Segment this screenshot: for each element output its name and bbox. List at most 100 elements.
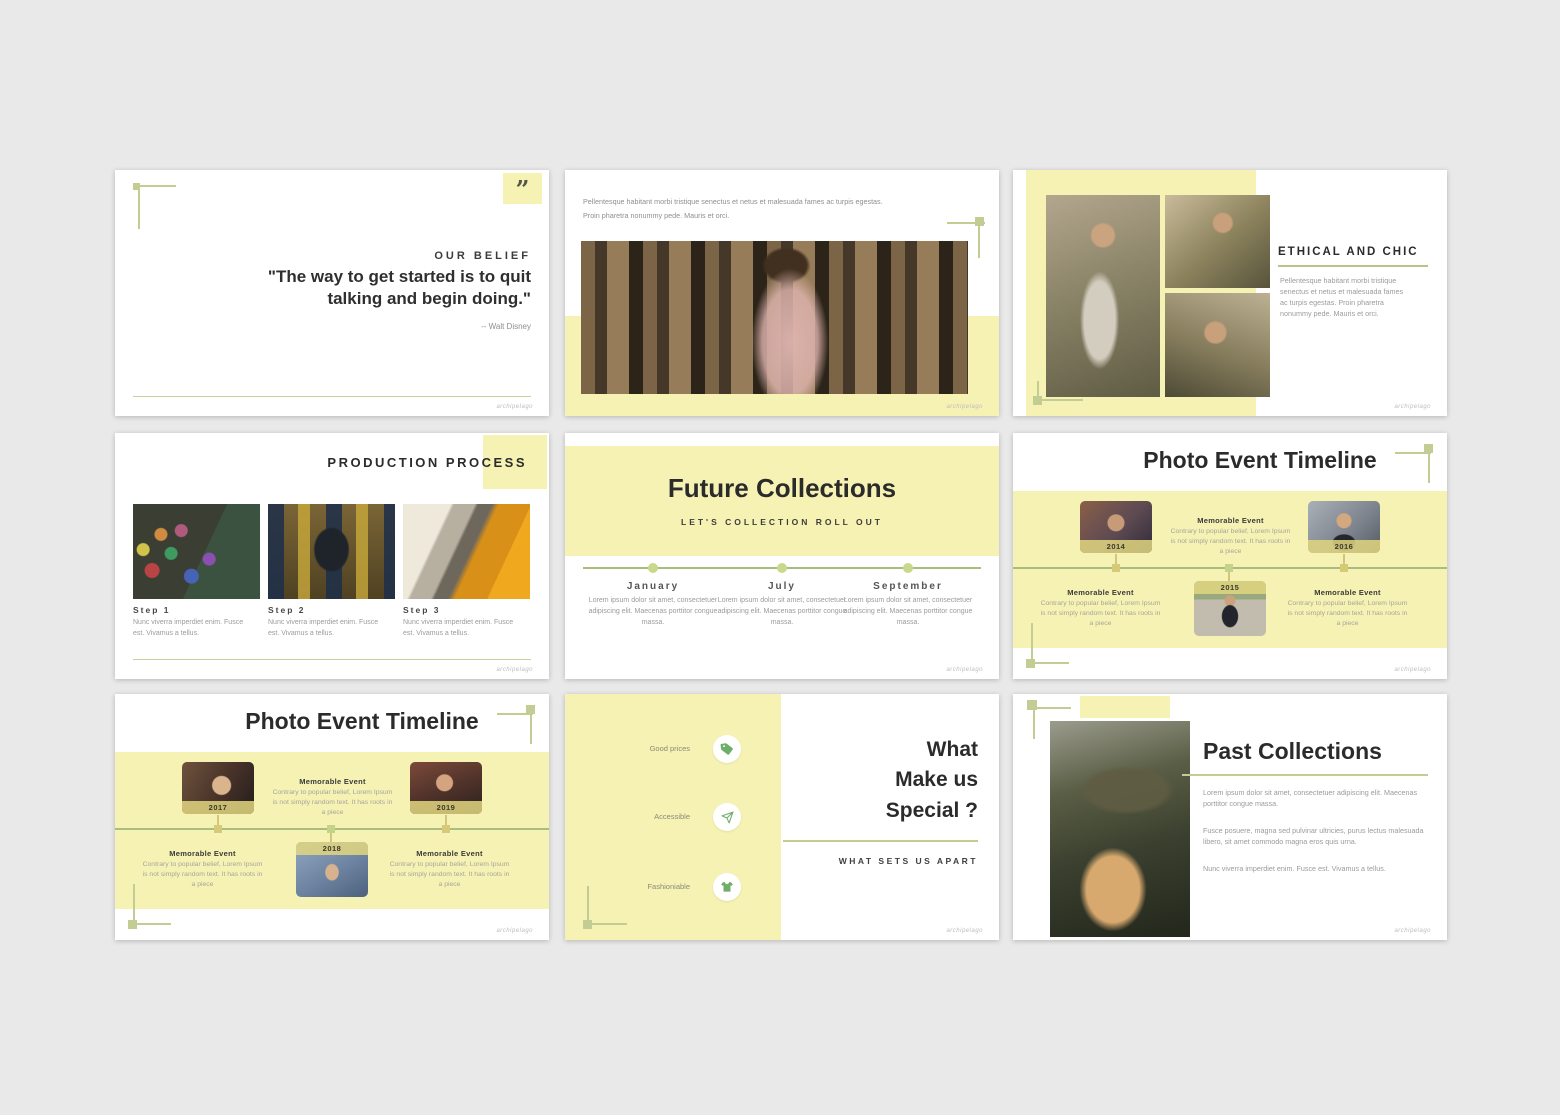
corner-accent-square — [583, 920, 592, 929]
feature-label: Accessible — [575, 812, 690, 821]
step-label: Step 3 — [403, 605, 441, 615]
event-text: Contrary to popular belief, Lorem Ipsum … — [1038, 599, 1163, 630]
month-text: Lorem ipsum dolor sit amet, consectetuer… — [717, 596, 847, 629]
photo-model-top — [1165, 195, 1270, 288]
event-block: Memorable Event Contrary to popular beli… — [270, 777, 395, 819]
title-line-1: What — [798, 735, 978, 765]
event-text: Contrary to popular belief, Lorem Ipsum … — [387, 860, 512, 891]
event-block: Memorable Event Contrary to popular beli… — [387, 849, 512, 891]
quote-line-2: talking and begin doing." — [175, 288, 531, 310]
timeline-marker — [442, 825, 450, 833]
event-block: Memorable Event Contrary to popular beli… — [1285, 588, 1410, 630]
event-text: Contrary to popular belief, Lorem Ipsum … — [1285, 599, 1410, 630]
quote-line-1: "The way to get started is to quit — [175, 266, 531, 288]
event-block: Memorable Event Contrary to popular beli… — [1168, 516, 1293, 558]
slide-subtitle: LET'S COLLECTION ROLL OUT — [565, 517, 999, 527]
month-text: Lorem ipsum dolor sit amet, consectetuer… — [588, 596, 718, 629]
timeline-dot — [648, 563, 658, 573]
timeline-dot — [777, 563, 787, 573]
slide-title: Photo Event Timeline — [1043, 447, 1447, 474]
event-photo-2019: 2019 — [410, 762, 482, 814]
quote-icon: ” — [516, 175, 530, 204]
event-photo-2015: 2015 — [1194, 581, 1266, 636]
event-title: Memorable Event — [140, 849, 265, 858]
corner-accent-line — [138, 185, 140, 229]
slide-title: Photo Event Timeline — [145, 708, 549, 735]
corner-accent-square — [1033, 396, 1042, 405]
event-title: Memorable Event — [1168, 516, 1293, 525]
title-underline — [1278, 265, 1428, 267]
quote-mark-badge: ” — [503, 173, 542, 204]
event-photo-2016: 2016 — [1308, 501, 1380, 553]
slide-title: ETHICAL AND CHIC — [1278, 246, 1438, 258]
quote-text: "The way to get started is to quit talki… — [175, 266, 531, 311]
slide-future-collections: Future Collections LET'S COLLECTION ROLL… — [565, 433, 999, 679]
slide-our-belief: ” OUR BELIEF "The way to get started is … — [115, 170, 549, 416]
photo-model-bottom — [1165, 293, 1270, 397]
event-photo-2014: 2014 — [1080, 501, 1152, 553]
watermark: archipelago — [1394, 404, 1431, 410]
intro-line-2: Proin pharetra nonummy pede. Mauris et o… — [583, 210, 983, 221]
timeline-marker — [1225, 564, 1233, 572]
intro-line-1: Pellentesque habitant morbi tristique se… — [583, 196, 983, 207]
corner-accent-square — [128, 920, 137, 929]
watermark: archipelago — [496, 404, 533, 410]
feature-icon-circle — [713, 803, 741, 831]
slide-what-make-us-special: Good prices Accessible Fashioniable What… — [565, 694, 999, 940]
photo-woman-colonnade — [581, 241, 968, 394]
photo-thread-spools — [133, 504, 260, 599]
slide-title: Past Collections — [1203, 738, 1427, 765]
year-badge: 2017 — [182, 801, 254, 814]
timeline-marker — [1112, 564, 1120, 572]
slide-kicker: OUR BELIEF — [265, 250, 531, 262]
event-text: Contrary to popular belief, Lorem Ipsum … — [270, 788, 395, 819]
step-label: Step 1 — [133, 605, 171, 615]
year-badge: 2014 — [1080, 540, 1152, 553]
feature-icon-circle — [713, 735, 741, 763]
feature-label: Good prices — [575, 744, 690, 753]
year-badge: 2019 — [410, 801, 482, 814]
slide-photo-event-timeline-a: Photo Event Timeline 2014 2016 2015 Memo… — [1013, 433, 1447, 679]
corner-accent-line — [136, 185, 176, 187]
corner-accent-line — [587, 923, 627, 925]
month-name: July — [717, 581, 847, 592]
step-text: Nunc viverra imperdiet enim. Fusce est. … — [268, 618, 386, 640]
watermark: archipelago — [496, 667, 533, 673]
corner-accent-line — [1428, 452, 1430, 483]
footer-divider — [133, 396, 531, 397]
paragraph-2: Fusce posuere, magna sed pulvinar ultric… — [1203, 825, 1427, 847]
watermark: archipelago — [496, 928, 533, 934]
step-label: Step 2 — [268, 605, 306, 615]
feature-label: Fashioniable — [575, 882, 690, 891]
watermark: archipelago — [1394, 667, 1431, 673]
timeline-dot — [903, 563, 913, 573]
month-text: Lorem ipsum dolor sit amet, consectetuer… — [843, 596, 973, 629]
year-badge: 2016 — [1308, 540, 1380, 553]
event-title: Memorable Event — [387, 849, 512, 858]
corner-accent-square — [1424, 444, 1433, 453]
yellow-block — [1080, 696, 1170, 718]
corner-accent-square — [1026, 659, 1035, 668]
slide-title: Future Collections — [565, 473, 999, 504]
slide-ethical-and-chic: ETHICAL AND CHIC Pellentesque habitant m… — [1013, 170, 1447, 416]
event-title: Memorable Event — [1285, 588, 1410, 597]
photo-woman-branches — [1050, 721, 1190, 937]
feature-icon-circle — [713, 873, 741, 901]
month-name: September — [843, 581, 973, 592]
step-text: Nunc viverra imperdiet enim. Fusce est. … — [133, 618, 251, 640]
slide-subtitle: WHAT SETS US APART — [798, 856, 978, 866]
intro-paragraph: Pellentesque habitant morbi tristique se… — [583, 196, 983, 221]
photo-model-tall — [1046, 195, 1160, 397]
paper-plane-icon — [721, 811, 734, 824]
tshirt-icon — [720, 880, 734, 894]
event-block: Memorable Event Contrary to popular beli… — [140, 849, 265, 891]
event-title: Memorable Event — [270, 777, 395, 786]
slide-deck-preview: ” OUR BELIEF "The way to get started is … — [0, 0, 1560, 1115]
slide-image-showcase: Pellentesque habitant morbi tristique se… — [565, 170, 999, 416]
slide-title: PRODUCTION PROCESS — [245, 455, 527, 470]
footer-divider — [133, 659, 531, 660]
quote-attribution: -- Walt Disney — [265, 322, 531, 331]
event-text: Contrary to popular belief, Lorem Ipsum … — [1168, 527, 1293, 558]
month-block: January Lorem ipsum dolor sit amet, cons… — [588, 581, 718, 629]
slide-past-collections: Past Collections Lorem ipsum dolor sit a… — [1013, 694, 1447, 940]
